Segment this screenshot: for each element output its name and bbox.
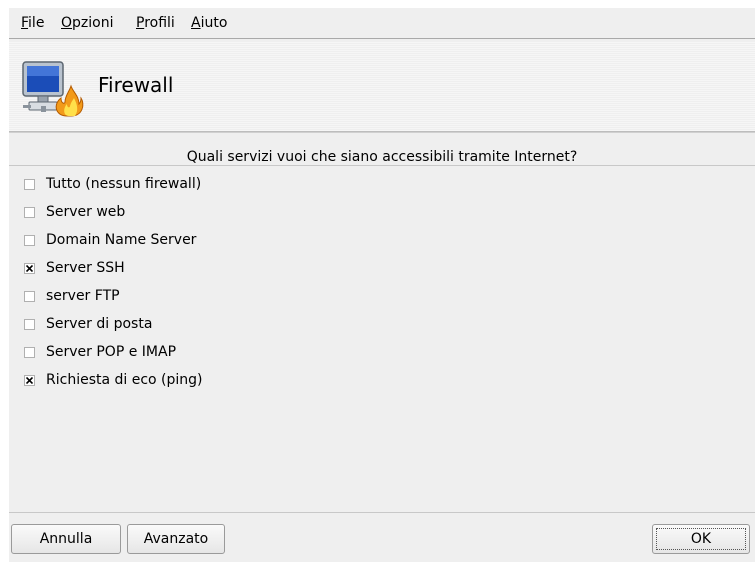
check-x-icon	[26, 264, 33, 272]
menu-opzioni[interactable]: Opzioni	[61, 14, 113, 32]
option-label: server FTP	[46, 288, 120, 304]
divider	[9, 512, 755, 513]
option-label: Server SSH	[46, 260, 125, 276]
ok-button-label: OK	[656, 528, 746, 550]
checkbox[interactable]	[24, 318, 35, 330]
service-option[interactable]: Server di posta	[24, 314, 152, 334]
advanced-button[interactable]: Avanzato	[127, 524, 225, 554]
checkbox-checked[interactable]	[24, 374, 35, 386]
service-option[interactable]: Server web	[24, 202, 125, 222]
service-option[interactable]: Tutto (nessun firewall)	[24, 174, 201, 194]
option-label: Server web	[46, 204, 126, 220]
option-label: Domain Name Server	[46, 232, 197, 248]
question-label: Quali servizi vuoi che siano accessibili…	[186, 149, 578, 165]
checkbox[interactable]	[24, 178, 35, 190]
header-banner: Firewall	[9, 41, 755, 132]
ok-button[interactable]: OK	[652, 524, 750, 554]
service-option[interactable]: Richiesta di eco (ping)	[24, 370, 203, 390]
prompt-area: Quali servizi vuoi che siano accessibili…	[9, 132, 755, 165]
option-label: Server POP e IMAP	[46, 344, 177, 360]
menu-profili[interactable]: Profili	[136, 14, 175, 32]
firewall-window: File Opzioni Profili Aiuto Firewall Qual…	[9, 8, 755, 562]
checkbox[interactable]	[24, 346, 35, 358]
service-option[interactable]: Server POP e IMAP	[24, 342, 176, 362]
option-label: Tutto (nessun firewall)	[46, 176, 202, 192]
checkbox[interactable]	[24, 290, 35, 302]
service-option[interactable]: server FTP	[24, 286, 120, 306]
firewall-computer-icon	[22, 61, 84, 117]
page-title: Firewall	[98, 73, 174, 97]
divider	[9, 165, 755, 166]
checkbox[interactable]	[24, 234, 35, 246]
checkbox[interactable]	[24, 206, 35, 218]
option-label: Richiesta di eco (ping)	[46, 372, 203, 388]
service-option[interactable]: Domain Name Server	[24, 230, 196, 250]
check-x-icon	[26, 376, 33, 384]
menu-aiuto[interactable]: Aiuto	[191, 14, 227, 32]
service-option[interactable]: Server SSH	[24, 258, 125, 278]
cancel-button[interactable]: Annulla	[11, 524, 121, 554]
menu-file[interactable]: File	[21, 14, 44, 32]
option-label: Server di posta	[46, 316, 153, 332]
menu-bar: File Opzioni Profili Aiuto	[9, 8, 755, 39]
checkbox-checked[interactable]	[24, 262, 35, 274]
